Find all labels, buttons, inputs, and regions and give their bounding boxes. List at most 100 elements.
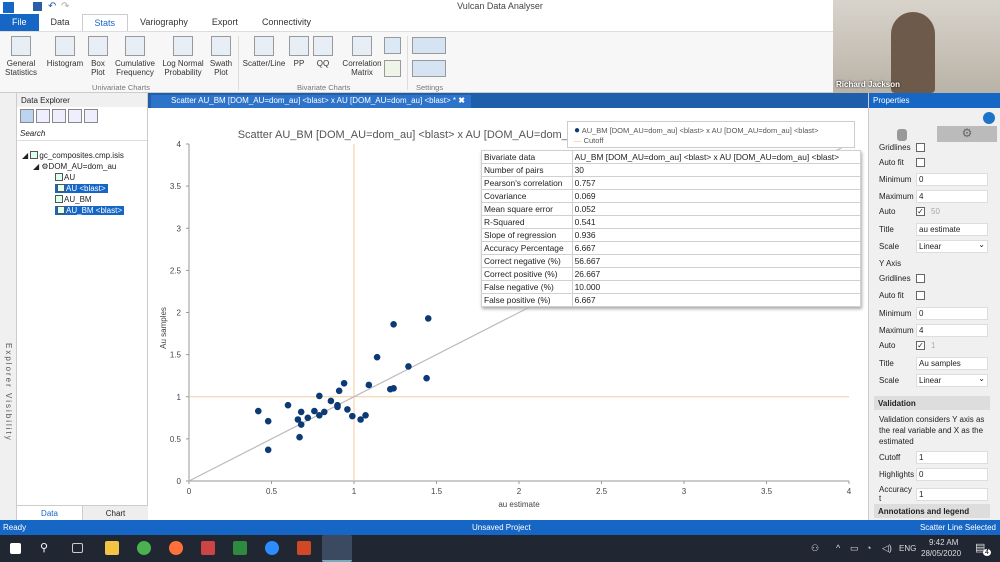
checkbox[interactable] bbox=[916, 158, 925, 167]
tree-settings-icon[interactable] bbox=[384, 60, 401, 77]
tab-stats[interactable]: Stats bbox=[81, 14, 129, 31]
property-input[interactable]: au estimate bbox=[916, 223, 988, 236]
tree-domain[interactable]: ◢ ⚙DOM_AU=dom_au bbox=[33, 161, 116, 172]
property-input[interactable]: 0 bbox=[916, 307, 988, 320]
property-input[interactable]: 0 bbox=[916, 173, 988, 186]
language-indicator[interactable]: ENG bbox=[899, 544, 916, 553]
annotations-section-header[interactable]: Annotations and legend bbox=[874, 504, 990, 518]
variable-icon bbox=[55, 173, 63, 181]
task-view-icon[interactable] bbox=[72, 543, 83, 553]
x-tick-label: 0.5 bbox=[266, 487, 278, 496]
validation-section-header[interactable]: Validation bbox=[874, 396, 990, 410]
volume-icon[interactable]: ◁) bbox=[882, 543, 892, 554]
app-icon[interactable] bbox=[201, 541, 215, 555]
ribbon-button-box[interactable]: Box Plot bbox=[88, 36, 108, 77]
maptek-icon[interactable] bbox=[233, 541, 247, 555]
validation-description: Validation considers Y axis as the real … bbox=[879, 415, 985, 446]
property-input[interactable]: 1 bbox=[916, 451, 988, 464]
variable-icon[interactable] bbox=[36, 109, 50, 123]
close-tab-icon[interactable]: ✖ bbox=[458, 96, 465, 105]
property-input[interactable]: 0 bbox=[916, 468, 988, 481]
people-icon[interactable]: ⚇ bbox=[811, 543, 819, 554]
scale-select[interactable]: Linear bbox=[916, 374, 988, 387]
settings-link-icon[interactable] bbox=[412, 37, 446, 54]
explorer-visibility-toggle[interactable]: Explorer Visibility bbox=[0, 93, 17, 520]
battery-icon[interactable]: ▭ bbox=[850, 543, 859, 554]
wifi-icon[interactable]: ◔ bbox=[866, 543, 871, 553]
search-icon[interactable]: ⚲ bbox=[40, 541, 54, 555]
checkbox[interactable] bbox=[916, 274, 925, 283]
explorer-title: Data Explorer bbox=[17, 93, 147, 107]
checkbox[interactable]: ✓ bbox=[916, 207, 925, 216]
chrome-icon[interactable] bbox=[137, 541, 151, 555]
stats-value: 0.069 bbox=[571, 189, 862, 203]
variable-icon bbox=[57, 184, 65, 192]
stats-label: Correct positive (%) bbox=[481, 267, 573, 281]
property-input[interactable]: Au samples bbox=[916, 357, 988, 370]
property-label: Auto bbox=[879, 341, 896, 350]
property-input[interactable]: 1 bbox=[916, 487, 988, 501]
property-input[interactable]: 4 bbox=[916, 190, 988, 203]
network-settings-icon[interactable] bbox=[384, 37, 401, 54]
chart-legend[interactable]: ● AU_BM [DOM_AU=dom_au] <blast> x AU [DO… bbox=[567, 121, 855, 148]
tab-data[interactable]: Data bbox=[39, 14, 82, 31]
scale-select[interactable]: Linear bbox=[916, 240, 988, 253]
tab-connectivity[interactable]: Connectivity bbox=[250, 14, 323, 31]
properties-title: Properties bbox=[869, 93, 1000, 108]
window-icon[interactable] bbox=[68, 109, 82, 123]
clock-time[interactable]: 9:42 AM bbox=[929, 538, 958, 547]
stats-label: Pearson's correlation bbox=[481, 176, 573, 190]
lock-icon[interactable] bbox=[84, 109, 98, 123]
checkbox[interactable] bbox=[916, 291, 925, 300]
ribbon-button-general[interactable]: General Statistics bbox=[4, 36, 38, 77]
tree-view-icon[interactable] bbox=[20, 109, 34, 123]
tree-item-au-bm-blast[interactable]: AU_BM <blast> bbox=[55, 205, 125, 216]
stats-table: Bivariate data AU_BM [DOM_AU=dom_au] <bla… bbox=[481, 150, 862, 307]
filter-icon[interactable] bbox=[52, 109, 66, 123]
ribbon-button-correlation[interactable]: Correlation Matrix bbox=[340, 36, 384, 77]
show-hidden-icon[interactable]: ^ bbox=[836, 543, 840, 553]
stats-row: Covariance 0.069 bbox=[481, 189, 862, 203]
tab-export[interactable]: Export bbox=[200, 14, 250, 31]
refresh-icon[interactable] bbox=[983, 112, 995, 124]
zoom-icon[interactable] bbox=[265, 541, 279, 555]
data-tab-database-icon[interactable] bbox=[897, 129, 907, 141]
tab-file[interactable]: File bbox=[0, 14, 39, 31]
tree-file[interactable]: ◢ gc_composites.cmp.isis bbox=[22, 150, 124, 161]
tree-item-au[interactable]: AU bbox=[55, 172, 75, 183]
property-row: Scale Linear ⌄ bbox=[879, 240, 988, 253]
property-label: Title bbox=[879, 359, 894, 368]
ribbon-button-log-normal[interactable]: Log Normal Probability bbox=[160, 36, 206, 77]
property-input[interactable]: 4 bbox=[916, 324, 988, 337]
data-point bbox=[373, 353, 381, 361]
legend-dot-icon: ● bbox=[574, 125, 581, 136]
tab-explorer-data[interactable]: Data bbox=[17, 506, 82, 520]
stats-value: AU_BM [DOM_AU=dom_au] <blast> x AU [DOM_… bbox=[571, 150, 862, 164]
vulcan-icon[interactable] bbox=[322, 535, 352, 562]
ribbon-button-cumulative[interactable]: Cumulative Frequency bbox=[113, 36, 157, 77]
ribbon-button-pp[interactable]: PP bbox=[288, 36, 310, 68]
clock-date[interactable]: 28/05/2020 bbox=[921, 549, 961, 558]
checkbox[interactable] bbox=[916, 143, 925, 152]
tab-explorer-chart[interactable]: Chart bbox=[82, 506, 148, 520]
data-point bbox=[362, 411, 369, 419]
ribbon-button-swath[interactable]: Swath Plot bbox=[206, 36, 236, 77]
data-point bbox=[344, 406, 351, 413]
ribbon-button-histogram[interactable]: Histogram bbox=[44, 36, 86, 68]
checkbox[interactable]: ✓ bbox=[916, 341, 925, 350]
tree-item-au-blast[interactable]: AU <blast> bbox=[55, 183, 108, 194]
search-input[interactable]: Search bbox=[17, 127, 147, 141]
tab-scatter-chart[interactable]: Scatter AU_BM [DOM_AU=dom_au] <blast> x … bbox=[151, 95, 471, 108]
tab-variography[interactable]: Variography bbox=[128, 14, 200, 31]
firefox-icon[interactable] bbox=[169, 541, 183, 555]
tree-item-au-bm[interactable]: AU_BM bbox=[55, 194, 92, 205]
powerpoint-icon[interactable] bbox=[297, 541, 311, 555]
file-explorer-icon[interactable] bbox=[105, 541, 119, 555]
windows-start-icon[interactable] bbox=[10, 543, 21, 554]
settings-link-alt-icon[interactable] bbox=[412, 60, 446, 77]
settings-tab-gear-icon[interactable]: ⚙ bbox=[937, 126, 997, 142]
ribbon-button-qq[interactable]: QQ bbox=[312, 36, 334, 68]
stats-value: 6.667 bbox=[571, 293, 862, 307]
variable-icon bbox=[55, 195, 63, 203]
ribbon-button-scatter-line[interactable]: Scatter/Line bbox=[242, 36, 286, 68]
